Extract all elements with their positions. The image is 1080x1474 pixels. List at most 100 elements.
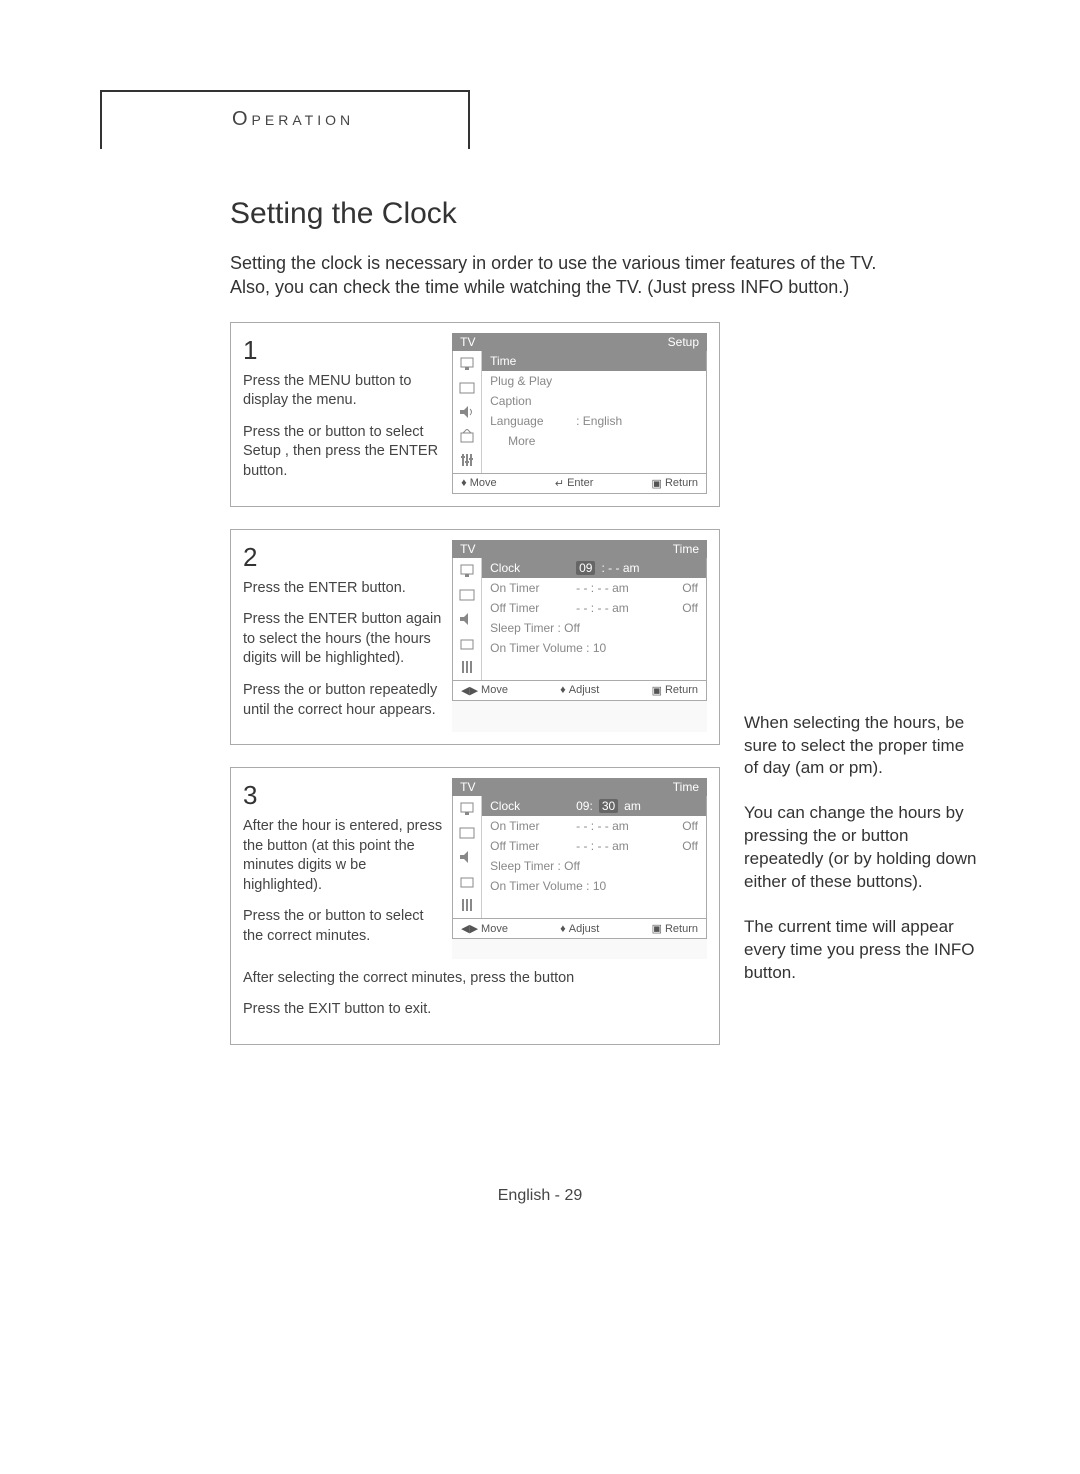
osd-iconbar — [453, 558, 482, 680]
t: On Timer Volume : 10 — [490, 879, 606, 893]
t: Adjust — [569, 684, 600, 696]
osd-iconbar — [453, 351, 482, 473]
t: or — [308, 424, 325, 440]
t: Off — [658, 839, 698, 853]
intro-line1: Setting the clock is necessary in order … — [230, 253, 876, 273]
input-icon — [457, 800, 477, 818]
osd-hdr-left: TV — [460, 780, 475, 794]
t: or — [308, 682, 325, 698]
t: Off — [658, 601, 698, 615]
t: or — [841, 826, 861, 845]
t: Clock — [490, 799, 570, 813]
setup-icon — [457, 451, 477, 469]
osd-iconbar — [453, 796, 482, 918]
osd-setup: TV Setup — [452, 333, 707, 494]
osd-row-sleep: Sleep Timer : Off — [482, 618, 706, 638]
t: Time — [490, 354, 516, 368]
t: Move — [481, 923, 508, 935]
intro-line2a: Also, you can check the time while watch… — [230, 277, 740, 297]
t: - - : - - am — [576, 581, 652, 595]
step-2-text: 2 Press the ENTER button. Press the ENTE… — [243, 540, 442, 732]
t: button. — [744, 963, 796, 982]
osd-row-offtimer: Off Timer - - : - - am Off — [482, 598, 706, 618]
foot-return: ▣ Return — [652, 684, 698, 697]
exit-word: EXIT — [308, 1001, 340, 1017]
foot-move: ◀▶ Move — [461, 922, 508, 935]
sound-icon — [457, 848, 477, 866]
t: Language — [490, 414, 570, 428]
t: button. — [243, 463, 287, 479]
foot-move: ◀▶ Move — [461, 684, 508, 697]
t: Press the — [243, 611, 308, 627]
t: The current time will appear every time … — [744, 917, 954, 959]
t: Adjust — [569, 923, 600, 935]
page-title: Setting the Clock — [230, 197, 980, 231]
t: Sleep Timer : Off — [490, 621, 580, 635]
sound-icon — [457, 610, 477, 628]
t: - - : - - am — [576, 601, 652, 615]
page-footer: English - 29 — [100, 1187, 980, 1205]
manual-page: Operation Setting the Clock Setting the … — [0, 0, 1080, 1265]
t: 09: — [576, 799, 593, 813]
osd-row-lang: Language: English — [482, 411, 706, 431]
t: Press the — [243, 908, 308, 924]
t: After selecting the correct minutes, pre… — [243, 969, 707, 989]
t: Return — [665, 923, 698, 935]
input-icon — [457, 355, 477, 373]
step-2: 2 Press the ENTER button. Press the ENTE… — [230, 529, 720, 745]
t: Off — [658, 581, 698, 595]
t: On Timer — [490, 581, 570, 595]
foot-enter: ↵ Enter — [555, 477, 594, 490]
note-1: When selecting the hours, be sure to sel… — [744, 712, 980, 781]
foot-move: ♦ Move — [461, 477, 497, 490]
t: Press the — [243, 1001, 308, 1017]
channel-icon — [457, 872, 477, 890]
osd-hdr-left: TV — [460, 335, 475, 349]
setup-icon — [457, 658, 477, 676]
enter-word: ENTER — [308, 580, 357, 596]
picture-icon — [457, 586, 477, 604]
t: On Timer — [490, 819, 570, 833]
step-3-text: 3 After the hour is entered, press the b… — [243, 778, 442, 958]
foot-return: ▣ Return — [652, 477, 698, 490]
t: Move — [481, 684, 508, 696]
picture-icon — [457, 379, 477, 397]
t: - - : - - am — [576, 839, 652, 853]
t: Return — [665, 684, 698, 696]
main-content: Setting the Clock Setting the clock is n… — [100, 197, 980, 1205]
osd-row-vol: On Timer Volume : 10 — [482, 876, 706, 896]
osd-row-ontimer: On Timer - - : - - am Off — [482, 578, 706, 598]
t: More — [508, 434, 535, 448]
side-notes: When selecting the hours, be sure to sel… — [744, 322, 980, 1067]
t: Caption — [490, 394, 531, 408]
t: button to exit. — [340, 1001, 431, 1017]
osd-hdr-right: Time — [673, 542, 699, 556]
enter-word: ENTER — [308, 611, 357, 627]
osd-row-more: More — [482, 431, 706, 451]
osd-time-minutes: TV Time — [452, 778, 707, 958]
t: Move — [470, 477, 497, 489]
clock-min-hl: 30 — [599, 799, 618, 813]
osd-row-sleep: Sleep Timer : Off — [482, 856, 706, 876]
channel-icon — [457, 427, 477, 445]
t: Sleep Timer : Off — [490, 859, 580, 873]
foot-adjust: ♦ Adjust — [560, 922, 599, 935]
t: Enter — [567, 477, 593, 489]
t: Off Timer — [490, 601, 570, 615]
t: Off Timer — [490, 839, 570, 853]
t: Clock — [490, 561, 570, 575]
osd-row-time: Time — [482, 351, 706, 371]
t: : - - am — [601, 561, 639, 575]
osd-row-clock: Clock 09: - - am — [482, 558, 706, 578]
osd-hdr-right: Time — [673, 780, 699, 794]
foot-adjust: ♦ Adjust — [560, 684, 599, 697]
step-1-text: 1 Press the MENU button to display the m… — [243, 333, 442, 494]
step-2-num: 2 — [243, 540, 442, 575]
intro-line2c: button.) — [783, 277, 849, 297]
foot-return: ▣ Return — [652, 922, 698, 935]
t: or — [308, 908, 325, 924]
info-word: INFO — [934, 940, 975, 959]
step-3-after: After selecting the correct minutes, pre… — [243, 969, 707, 1020]
t: Press the — [243, 424, 308, 440]
step-1-num: 1 — [243, 333, 442, 368]
